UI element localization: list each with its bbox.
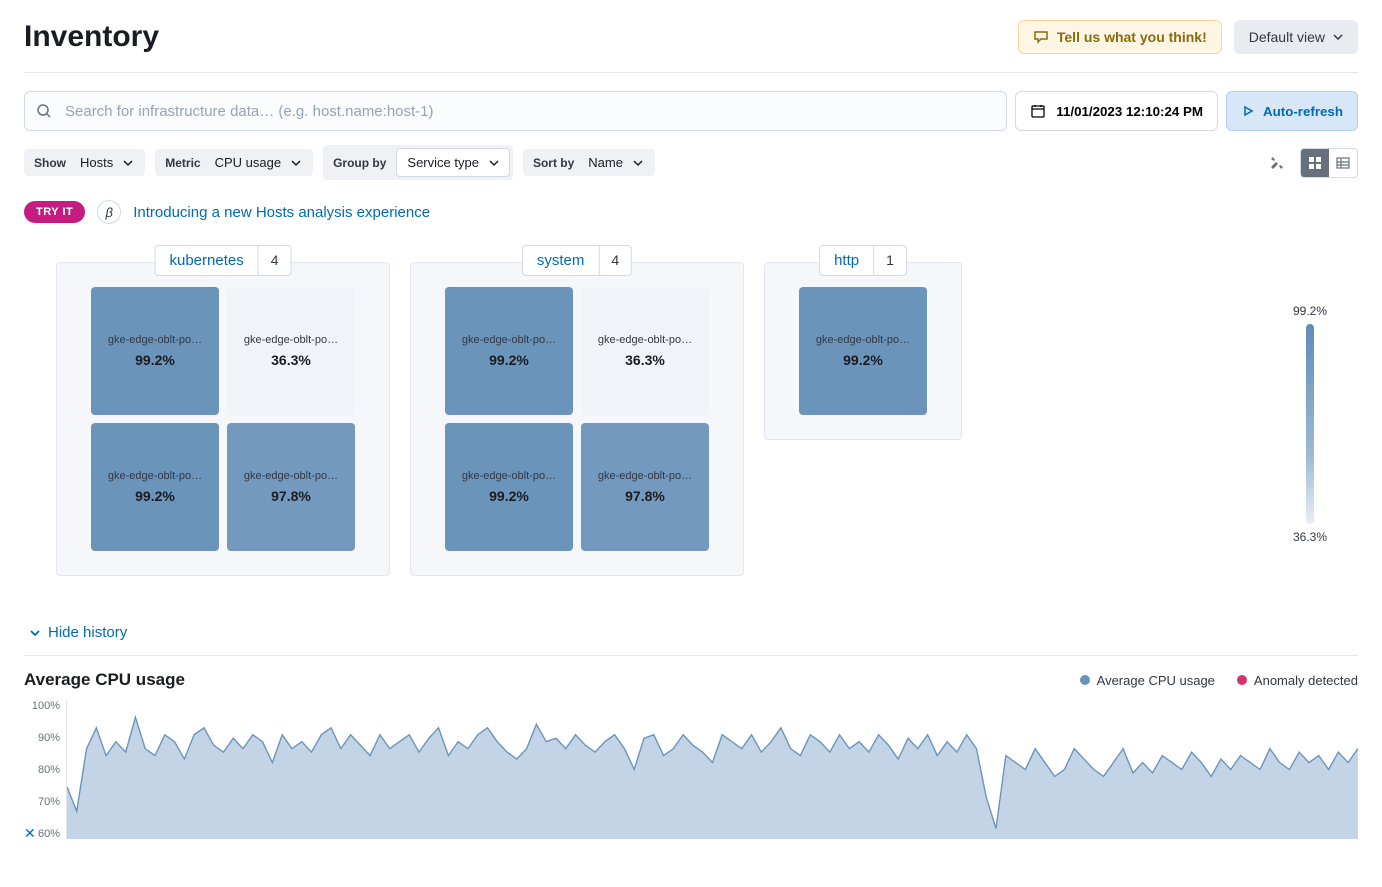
calendar-icon bbox=[1030, 103, 1046, 119]
tile-value: 99.2% bbox=[135, 352, 175, 368]
dot-icon bbox=[1080, 675, 1090, 685]
group-count: 4 bbox=[259, 246, 291, 275]
date-value: 11/01/2023 12:10:24 PM bbox=[1056, 104, 1203, 119]
legend-max: 99.2% bbox=[1293, 304, 1327, 318]
show-value: Hosts bbox=[80, 155, 113, 170]
chevron-down-icon bbox=[123, 158, 133, 168]
tile-value: 99.2% bbox=[843, 352, 883, 368]
page-title: Inventory bbox=[24, 20, 159, 54]
dot-icon bbox=[1237, 675, 1247, 685]
group-card-http: http1gke-edge-oblt-po…99.2% bbox=[764, 262, 962, 440]
search-input[interactable] bbox=[24, 91, 1007, 131]
group-name[interactable]: http bbox=[820, 246, 874, 275]
y-axis: 100%90%80%70%60% bbox=[24, 700, 60, 840]
legend-anomaly: Anomaly detected bbox=[1237, 673, 1358, 688]
feedback-button[interactable]: Tell us what you think! bbox=[1018, 20, 1222, 54]
host-tile[interactable]: gke-edge-oblt-po… 99.2% bbox=[91, 423, 219, 551]
hide-history-toggle[interactable]: Hide history bbox=[30, 616, 127, 655]
try-it-badge: TRY IT bbox=[24, 201, 85, 223]
hide-history-label: Hide history bbox=[48, 624, 127, 641]
sort-by-label: Sort by bbox=[523, 150, 584, 176]
tile-hostname: gke-edge-oblt-po… bbox=[807, 334, 919, 346]
group-by-value: Service type bbox=[407, 155, 479, 170]
group-name[interactable]: kubernetes bbox=[155, 246, 258, 275]
host-tile[interactable]: gke-edge-oblt-po… 99.2% bbox=[799, 287, 927, 415]
tile-hostname: gke-edge-oblt-po… bbox=[453, 470, 565, 482]
tile-value: 99.2% bbox=[135, 488, 175, 504]
group-card-kubernetes: kubernetes4gke-edge-oblt-po…99.2%gke-edg… bbox=[56, 262, 390, 576]
hosts-experience-link[interactable]: Introducing a new Hosts analysis experie… bbox=[133, 204, 430, 221]
play-icon bbox=[1241, 104, 1255, 118]
tile-value: 36.3% bbox=[625, 352, 665, 368]
tile-hostname: gke-edge-oblt-po… bbox=[99, 334, 211, 346]
refresh-label: Auto-refresh bbox=[1263, 104, 1343, 119]
auto-refresh-button[interactable]: Auto-refresh bbox=[1226, 91, 1358, 131]
host-tile[interactable]: gke-edge-oblt-po… 97.8% bbox=[227, 423, 355, 551]
map-view-toggle[interactable] bbox=[1301, 149, 1329, 177]
feedback-label: Tell us what you think! bbox=[1057, 29, 1207, 45]
group-by-select[interactable]: Service type bbox=[396, 148, 510, 177]
host-tile[interactable]: gke-edge-oblt-po… 36.3% bbox=[227, 287, 355, 415]
color-scale-bar bbox=[1306, 324, 1314, 524]
host-tile[interactable]: gke-edge-oblt-po… 97.8% bbox=[581, 423, 709, 551]
tile-value: 97.8% bbox=[271, 488, 311, 504]
table-view-toggle[interactable] bbox=[1329, 149, 1357, 177]
chevron-down-icon bbox=[489, 158, 499, 168]
host-tile[interactable]: gke-edge-oblt-po… 36.3% bbox=[581, 287, 709, 415]
metric-value: CPU usage bbox=[215, 155, 281, 170]
tile-hostname: gke-edge-oblt-po… bbox=[589, 470, 701, 482]
tile-hostname: gke-edge-oblt-po… bbox=[453, 334, 565, 346]
search-icon bbox=[36, 103, 52, 119]
tile-hostname: gke-edge-oblt-po… bbox=[99, 470, 211, 482]
group-by-label: Group by bbox=[323, 150, 396, 176]
close-icon[interactable]: ✕ bbox=[24, 825, 36, 842]
sort-by-value: Name bbox=[588, 155, 623, 170]
metric-label: Metric bbox=[155, 150, 210, 176]
date-picker-button[interactable]: 11/01/2023 12:10:24 PM bbox=[1015, 91, 1218, 131]
group-card-system: system4gke-edge-oblt-po…99.2%gke-edge-ob… bbox=[410, 262, 744, 576]
sort-by-filter[interactable]: Sort by Name bbox=[523, 149, 655, 176]
beta-badge: β bbox=[97, 200, 121, 224]
legend-min: 36.3% bbox=[1293, 530, 1327, 544]
chart-title: Average CPU usage bbox=[24, 670, 185, 690]
tile-value: 99.2% bbox=[489, 488, 529, 504]
tile-hostname: gke-edge-oblt-po… bbox=[589, 334, 701, 346]
chevron-down-icon bbox=[30, 628, 40, 638]
show-label: Show bbox=[24, 150, 76, 176]
group-count: 4 bbox=[599, 246, 631, 275]
tile-value: 97.8% bbox=[625, 488, 665, 504]
default-view-label: Default view bbox=[1249, 29, 1325, 45]
cpu-chart[interactable] bbox=[66, 700, 1358, 839]
legend-avg-cpu: Average CPU usage bbox=[1080, 673, 1215, 688]
tile-value: 36.3% bbox=[271, 352, 311, 368]
host-tile[interactable]: gke-edge-oblt-po… 99.2% bbox=[445, 423, 573, 551]
group-count: 1 bbox=[874, 246, 906, 275]
tile-hostname: gke-edge-oblt-po… bbox=[235, 470, 347, 482]
metric-filter[interactable]: Metric CPU usage bbox=[155, 149, 313, 176]
host-tile[interactable]: gke-edge-oblt-po… 99.2% bbox=[445, 287, 573, 415]
group-by-filter: Group by Service type bbox=[323, 145, 513, 180]
default-view-button[interactable]: Default view bbox=[1234, 20, 1358, 54]
host-tile[interactable]: gke-edge-oblt-po… 99.2% bbox=[91, 287, 219, 415]
customize-button[interactable] bbox=[1262, 148, 1292, 178]
comment-icon bbox=[1033, 29, 1049, 45]
tile-value: 99.2% bbox=[489, 352, 529, 368]
tile-hostname: gke-edge-oblt-po… bbox=[235, 334, 347, 346]
chevron-down-icon bbox=[633, 158, 643, 168]
show-filter[interactable]: Show Hosts bbox=[24, 149, 145, 176]
group-name[interactable]: system bbox=[523, 246, 600, 275]
chevron-down-icon bbox=[1333, 32, 1343, 42]
chevron-down-icon bbox=[291, 158, 301, 168]
